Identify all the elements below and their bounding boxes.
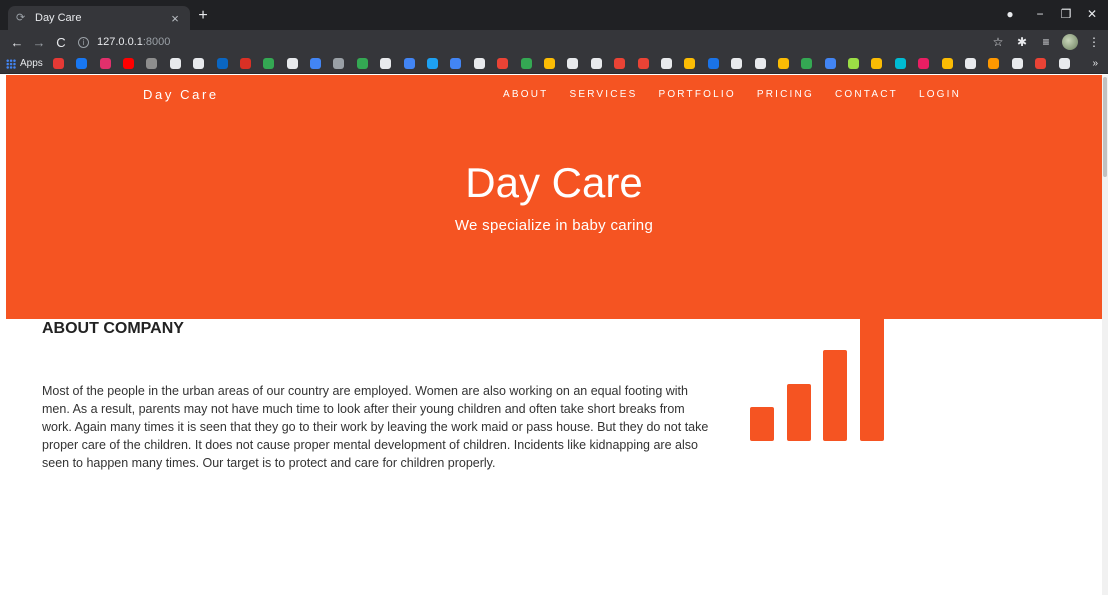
bookmark-favicon-icon[interactable] — [497, 58, 509, 69]
close-window-icon[interactable]: ✕ — [1082, 6, 1102, 22]
bookmark-favicon-icon[interactable] — [216, 58, 228, 69]
minimize-icon[interactable]: − — [1030, 6, 1050, 22]
about-text: Most of the people in the urban areas of… — [42, 384, 709, 470]
nav-link-about[interactable]: ABOUT — [503, 89, 548, 100]
url-port: :8000 — [142, 36, 171, 48]
bookmark-favicon-icon[interactable] — [567, 58, 579, 69]
bookmark-favicon-icon[interactable] — [380, 58, 392, 69]
page-scrollbar[interactable] — [1102, 75, 1108, 595]
forward-icon[interactable]: → — [28, 35, 50, 50]
bookmark-favicon-icon[interactable] — [660, 58, 672, 69]
signal-bar-4 — [860, 304, 884, 441]
bookmark-favicon-icon[interactable] — [263, 58, 275, 69]
signal-bars-icon — [750, 303, 885, 441]
bookmark-favicon-icon[interactable] — [52, 58, 64, 69]
extensions-icon[interactable]: ✱ — [1014, 35, 1030, 49]
bookmarks-bar: Apps » — [0, 54, 1108, 74]
hero-subtitle: We specialize in baby caring — [454, 217, 654, 234]
scrollbar-thumb[interactable] — [1103, 77, 1107, 177]
bookmark-favicon-icon[interactable] — [99, 58, 111, 69]
bookmarks-overflow-icon[interactable]: » — [1092, 58, 1098, 69]
bookmark-favicon-icon[interactable] — [333, 58, 345, 69]
profile-menu-icon[interactable]: ● — [1000, 6, 1020, 22]
nav-link-pricing[interactable]: PRICING — [757, 89, 814, 100]
bookmark-favicon-icon[interactable] — [684, 58, 696, 69]
bookmark-favicon-icon[interactable] — [1058, 58, 1070, 69]
bookmark-favicon-icon[interactable] — [286, 58, 298, 69]
reload-icon[interactable]: C — [50, 35, 72, 50]
bookmark-favicon-icon[interactable] — [544, 58, 555, 69]
bookmark-apps[interactable]: Apps — [6, 58, 43, 69]
about-heading: ABOUT COMPANY — [42, 320, 184, 337]
bookmark-favicon-icon[interactable] — [918, 58, 930, 69]
tab-title: Day Care — [35, 12, 82, 24]
bookmark-favicon-icon[interactable] — [473, 58, 485, 69]
url-host: 127.0.0.1 — [97, 36, 143, 48]
reading-list-icon[interactable]: ≡ — [1038, 35, 1054, 49]
nav-link-login[interactable]: LOGIN — [919, 89, 961, 100]
signal-bar-3 — [823, 350, 847, 441]
bookmark-favicon-icon[interactable] — [520, 58, 532, 69]
nav-link-contact[interactable]: CONTACT — [835, 89, 898, 100]
bookmark-favicon-icon[interactable] — [894, 58, 906, 69]
back-icon[interactable]: ← — [6, 35, 28, 50]
signal-bar-2 — [787, 384, 811, 441]
bookmark-favicon-icon[interactable] — [427, 58, 439, 69]
bookmark-favicon-icon[interactable] — [239, 58, 251, 69]
browser-menu-icon[interactable]: ⋮ — [1086, 35, 1102, 49]
browser-tab-strip: ⟳ Day Care × + ● − ❐ ✕ — [0, 0, 1108, 30]
bookmark-star-icon[interactable]: ☆ — [990, 35, 1006, 49]
hero-section: Day Care ABOUT SERVICES PORTFOLIO PRICIN… — [6, 75, 1102, 319]
bookmark-favicon-icon[interactable] — [871, 58, 883, 69]
bookmark-favicon-icon[interactable] — [941, 58, 953, 69]
bookmark-favicon-icon[interactable] — [1035, 58, 1047, 69]
bookmark-favicon-icon[interactable] — [310, 58, 322, 69]
restore-icon[interactable]: ❐ — [1056, 6, 1076, 22]
site-info-icon[interactable]: i — [78, 36, 89, 48]
browser-tab[interactable]: ⟳ Day Care × — [8, 6, 190, 30]
bookmark-list — [52, 58, 1082, 69]
bookmark-favicon-icon[interactable] — [707, 58, 719, 69]
bookmark-favicon-icon[interactable] — [848, 58, 860, 69]
bookmark-favicon-icon[interactable] — [193, 58, 205, 69]
site-brand[interactable]: Day Care — [143, 87, 219, 102]
avatar[interactable] — [1062, 34, 1078, 50]
bookmark-favicon-icon[interactable] — [450, 58, 462, 69]
signal-bar-1 — [750, 407, 774, 441]
bookmark-favicon-icon[interactable] — [614, 58, 626, 69]
tab-close-icon[interactable]: × — [168, 11, 182, 26]
site-nav: ABOUT SERVICES PORTFOLIO PRICING CONTACT… — [503, 89, 982, 100]
apps-grid-icon — [6, 58, 16, 69]
tab-favicon-icon: ⟳ — [16, 12, 26, 24]
new-tab-button[interactable]: + — [194, 7, 212, 25]
bookmark-favicon-icon[interactable] — [1011, 58, 1023, 69]
bookmark-favicon-icon[interactable] — [777, 58, 789, 69]
bookmark-favicon-icon[interactable] — [169, 58, 181, 69]
bookmark-favicon-icon[interactable] — [637, 58, 649, 69]
nav-link-portfolio[interactable]: PORTFOLIO — [658, 89, 735, 100]
bookmark-favicon-icon[interactable] — [965, 58, 977, 69]
bookmark-favicon-icon[interactable] — [731, 58, 743, 69]
bookmark-favicon-icon[interactable] — [356, 58, 368, 69]
bookmark-favicon-icon[interactable] — [824, 58, 836, 69]
nav-link-services[interactable]: SERVICES — [569, 89, 637, 100]
hero-title: Day Care — [465, 159, 643, 206]
bookmark-favicon-icon[interactable] — [76, 58, 88, 69]
bookmark-favicon-icon[interactable] — [403, 58, 415, 69]
bookmark-favicon-icon[interactable] — [146, 58, 158, 69]
url-field[interactable]: i 127.0.0.1:8000 — [78, 36, 170, 48]
bookmark-favicon-icon[interactable] — [801, 58, 813, 69]
bookmark-favicon-icon[interactable] — [122, 58, 134, 69]
bookmark-apps-label: Apps — [20, 58, 43, 69]
address-bar: ← → C i 127.0.0.1:8000 ☆ ✱ ≡ ⋮ — [0, 30, 1108, 54]
bookmark-favicon-icon[interactable] — [754, 58, 766, 69]
bookmark-favicon-icon[interactable] — [590, 58, 602, 69]
bookmark-favicon-icon[interactable] — [988, 58, 1000, 69]
